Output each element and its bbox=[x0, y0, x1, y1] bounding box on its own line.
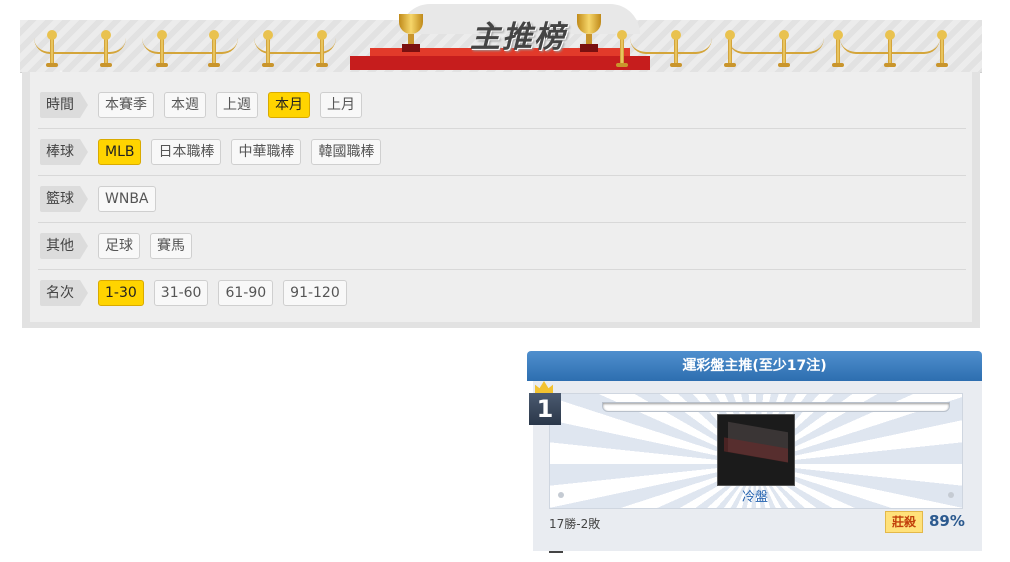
post-decoration bbox=[208, 30, 220, 67]
post-decoration bbox=[936, 30, 948, 67]
filter-option-button[interactable]: MLB bbox=[98, 139, 142, 165]
ranking-body: 冷盤 1 17勝-2敗 莊殺 89% bbox=[529, 381, 982, 551]
filter-option-button[interactable]: 61-90 bbox=[218, 280, 274, 306]
filter-row: 籃球 WNBA bbox=[38, 176, 966, 223]
filter-panel: 時間 本賽季 本週 上週 本月 上月 棒球 MLB 日本職棒 中華職棒 韓國職棒 籃球 WNBA 其他 足球… bbox=[22, 72, 980, 328]
filter-option-button[interactable]: 本週 bbox=[164, 92, 206, 118]
filter-row: 其他 足球 賽馬 bbox=[38, 223, 966, 270]
filter-option-button[interactable]: 本賽季 bbox=[98, 92, 154, 118]
filter-options: 足球 賽馬 bbox=[98, 233, 192, 259]
ranking-widget: 運彩盤主推(至少17注) 冷盤 1 17勝-2敗 莊殺 89% bbox=[527, 351, 982, 562]
post-decoration bbox=[262, 30, 274, 67]
filter-row: 名次 1-30 31-60 61-90 91-120 bbox=[38, 270, 966, 316]
post-decoration bbox=[316, 30, 328, 67]
card-top-bar bbox=[602, 402, 950, 412]
filter-option-button[interactable]: 賽馬 bbox=[150, 233, 192, 259]
filter-option-button[interactable]: 上月 bbox=[320, 92, 362, 118]
trophy-icon bbox=[396, 12, 426, 52]
filter-option-button[interactable]: 上週 bbox=[216, 92, 258, 118]
filter-option-button[interactable]: 本月 bbox=[268, 92, 310, 118]
rope-decoration bbox=[728, 38, 824, 54]
filter-label: 名次 bbox=[40, 280, 88, 306]
post-decoration bbox=[156, 30, 168, 67]
filter-option-button[interactable]: 足球 bbox=[98, 233, 140, 259]
rank-medal: 1 bbox=[529, 381, 561, 425]
post-decoration bbox=[100, 30, 112, 67]
filter-option-button[interactable]: 日本職棒 bbox=[151, 139, 222, 165]
filter-option-button[interactable]: 中華職棒 bbox=[231, 139, 302, 165]
filter-option-button[interactable]: 31-60 bbox=[153, 280, 209, 306]
rope-decoration bbox=[630, 38, 712, 54]
rope-decoration bbox=[34, 38, 126, 54]
filter-options: WNBA bbox=[98, 186, 156, 212]
filter-row: 棒球 MLB 日本職棒 中華職棒 韓國職棒 bbox=[38, 129, 966, 176]
filter-options: 本賽季 本週 上週 本月 上月 bbox=[98, 92, 362, 118]
filter-label: 時間 bbox=[40, 92, 88, 118]
filter-rows: 時間 本賽季 本週 上週 本月 上月 棒球 MLB 日本職棒 中華職棒 韓國職棒 籃球 WNBA 其他 足球… bbox=[38, 82, 966, 316]
stage-base bbox=[350, 56, 650, 70]
page-title: 主推榜 bbox=[470, 20, 566, 55]
corner-dot bbox=[948, 492, 954, 498]
corner-dot bbox=[558, 492, 564, 498]
filter-option-button[interactable]: 1-30 bbox=[98, 280, 144, 306]
header-banner: 主推榜 bbox=[20, 0, 982, 80]
win-loss-record: 17勝-2敗 bbox=[549, 517, 601, 531]
ranking-header: 運彩盤主推(至少17注) bbox=[527, 351, 982, 381]
filter-options: MLB 日本職棒 中華職棒 韓國職棒 bbox=[98, 139, 382, 165]
rope-decoration bbox=[142, 38, 238, 54]
ranking-card[interactable]: 冷盤 bbox=[549, 393, 963, 509]
type-badge: 莊殺 bbox=[885, 511, 923, 533]
rank-number: 1 bbox=[536, 395, 554, 423]
filter-label: 棒球 bbox=[40, 139, 88, 165]
post-decoration bbox=[884, 30, 896, 67]
post-decoration bbox=[832, 30, 844, 67]
filter-option-button[interactable]: WNBA bbox=[98, 186, 156, 212]
filter-row: 時間 本賽季 本週 上週 本月 上月 bbox=[38, 82, 966, 129]
underline-mark bbox=[549, 551, 563, 553]
win-percent: 89% bbox=[929, 512, 965, 530]
filter-label: 其他 bbox=[40, 233, 88, 259]
player-name-link[interactable]: 冷盤 bbox=[700, 486, 810, 505]
filter-label: 籃球 bbox=[40, 186, 88, 212]
player-photo[interactable] bbox=[717, 414, 795, 486]
post-decoration bbox=[724, 30, 736, 67]
filter-options: 1-30 31-60 61-90 91-120 bbox=[98, 280, 347, 306]
post-decoration bbox=[670, 30, 682, 67]
post-decoration bbox=[616, 30, 628, 67]
filter-option-button[interactable]: 91-120 bbox=[283, 280, 347, 306]
crown-icon bbox=[535, 381, 553, 393]
post-decoration bbox=[778, 30, 790, 67]
filter-option-button[interactable]: 韓國職棒 bbox=[311, 139, 382, 165]
post-decoration bbox=[46, 30, 58, 67]
